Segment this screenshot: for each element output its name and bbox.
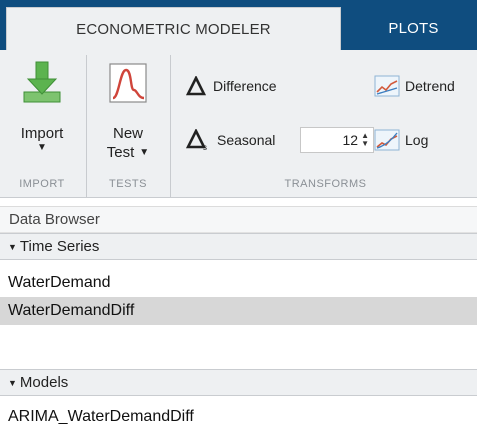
import-button[interactable]: Import ▼ (0, 56, 84, 178)
new-test-label-line2: Test (106, 144, 135, 161)
delta-seasonal-icon: s (185, 128, 210, 152)
model-item-arima-waterdemanddiff[interactable]: ARIMA_WaterDemandDiff (0, 403, 477, 431)
spinner-down-icon[interactable]: ▼ (361, 140, 369, 148)
group-label-transforms: TRANSFORMS (284, 178, 367, 190)
collapse-triangle-icon[interactable]: ▼ (8, 242, 17, 252)
collapse-triangle-icon[interactable]: ▼ (8, 378, 17, 388)
tab-plots[interactable]: PLOTS (350, 7, 477, 50)
new-test-dropdown-caret: ▼ (139, 146, 150, 158)
time-series-item-waterdemanddiff[interactable]: WaterDemandDiff (0, 297, 477, 325)
group-label-tests: TESTS (109, 178, 147, 190)
detrend-button[interactable]: Detrend (374, 75, 455, 97)
group-label-import: IMPORT (19, 178, 65, 190)
new-test-button[interactable]: New Test ▼ (90, 56, 166, 178)
test-distribution-icon (106, 60, 150, 106)
detrend-label: Detrend (405, 78, 455, 94)
difference-label: Difference (213, 78, 277, 94)
difference-button[interactable]: Difference (185, 75, 277, 96)
seasonal-period-value: 12 (342, 132, 359, 148)
import-arrow-icon (20, 60, 64, 106)
import-label: Import (20, 125, 64, 142)
group-divider (170, 55, 171, 197)
models-header-label: Models (19, 374, 69, 391)
log-chart-icon (374, 129, 400, 151)
toolstrip-tabs: ECONOMETRIC MODELER PLOTS (0, 0, 477, 50)
log-label: Log (405, 132, 429, 148)
tab-econometric-modeler[interactable]: ECONOMETRIC MODELER (6, 7, 341, 50)
time-series-header-label: Time Series (19, 238, 100, 255)
data-browser-title: Data Browser (0, 206, 477, 233)
svg-text:s: s (203, 143, 207, 151)
models-section-header[interactable]: ▼ Models (0, 369, 477, 396)
detrend-chart-icon (374, 75, 400, 97)
time-series-item-waterdemand[interactable]: WaterDemand (0, 269, 477, 297)
import-dropdown-caret: ▼ (37, 142, 47, 153)
delta-icon (185, 75, 207, 96)
spinner-arrows[interactable]: ▲ ▼ (361, 132, 369, 148)
time-series-section-header[interactable]: ▼ Time Series (0, 233, 477, 260)
seasonal-period-spinner[interactable]: 12 ▲ ▼ (300, 127, 374, 153)
ribbon: Import ▼ IMPORT New Test ▼ TESTS Differe… (0, 50, 477, 198)
new-test-label-line1: New (112, 125, 143, 142)
group-divider (86, 55, 87, 197)
seasonal-button[interactable]: s Seasonal (185, 128, 276, 152)
log-button[interactable]: Log (374, 129, 428, 151)
seasonal-label: Seasonal (217, 132, 276, 148)
